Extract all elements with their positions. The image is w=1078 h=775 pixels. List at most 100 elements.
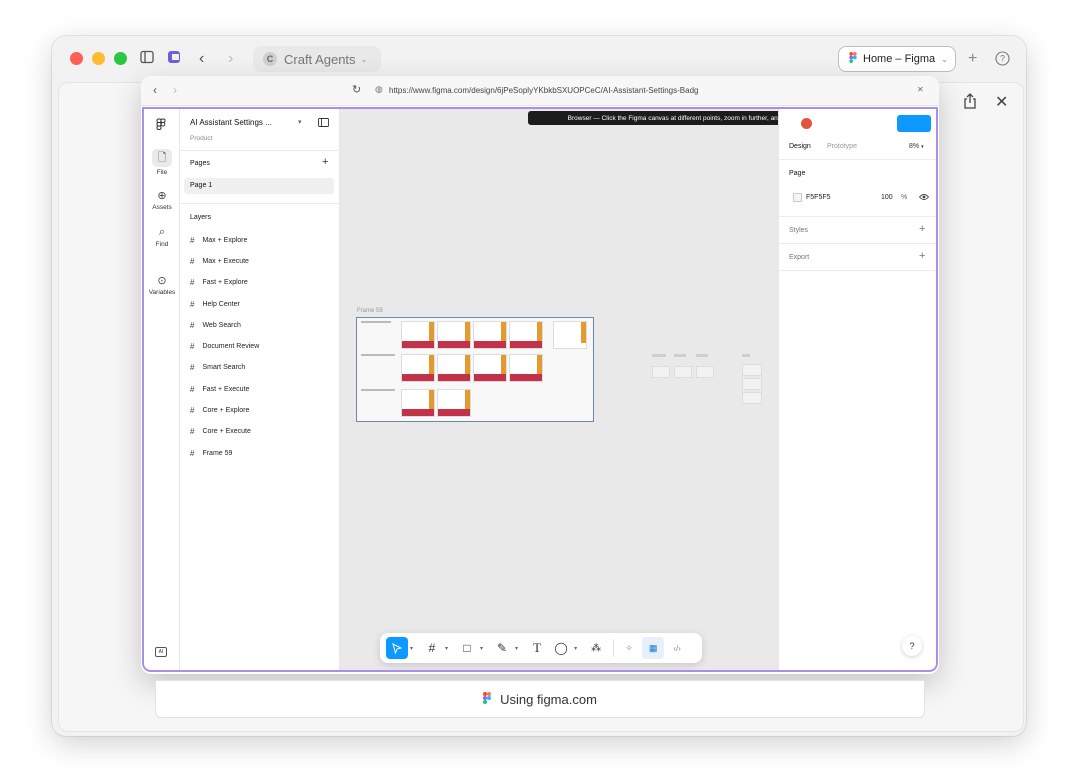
strip-assets[interactable]: ⊕ Assets <box>144 189 180 211</box>
page-item[interactable]: Page 1 <box>184 178 334 194</box>
close-tab-icon[interactable]: ✕ <box>917 85 924 94</box>
layer-label: Max + Explore <box>202 237 248 244</box>
chevron-down-icon[interactable]: ▾ <box>298 118 302 126</box>
layer-item[interactable]: # Document Review <box>190 342 259 351</box>
frame-59[interactable] <box>356 317 594 422</box>
layer-label: Frame 59 <box>202 450 233 457</box>
pen-tool-icon[interactable]: ✎ <box>491 637 513 659</box>
layer-item[interactable]: # Help Center <box>190 300 240 309</box>
chevron-down-icon[interactable]: ▾ <box>410 645 413 652</box>
layer-item[interactable]: # Core + Execute <box>190 427 251 436</box>
back-icon[interactable]: ‹ <box>153 83 157 97</box>
file-title[interactable]: AI Assistant Settings ... <box>190 118 272 127</box>
text-tool-icon[interactable]: T <box>526 637 548 659</box>
divider <box>180 150 340 151</box>
chevron-left-icon[interactable]: ‹ <box>199 50 204 68</box>
sidebar-toggle-icon[interactable] <box>140 50 154 67</box>
craft-logo-icon[interactable] <box>167 50 181 67</box>
move-tool-button[interactable] <box>386 637 408 659</box>
divider <box>779 159 936 160</box>
share-icon[interactable] <box>963 93 977 112</box>
chevron-down-icon[interactable]: ▾ <box>515 645 518 652</box>
reload-icon[interactable]: ↻ <box>352 83 361 96</box>
home-figma-tab[interactable]: Home – Figma ⌄ <box>838 46 956 72</box>
add-page-icon[interactable]: + <box>322 156 328 168</box>
add-export-icon[interactable]: + <box>919 250 925 262</box>
zoom-window-button[interactable] <box>114 52 127 65</box>
layer-item[interactable]: # Fast + Execute <box>190 385 249 394</box>
layer-item[interactable]: # Core + Explore <box>190 406 249 415</box>
forward-icon[interactable]: › <box>173 83 177 97</box>
panel-toggle-icon[interactable] <box>318 118 329 129</box>
strip-variables[interactable]: ⊙ Variables <box>144 274 180 296</box>
plus-icon[interactable]: + <box>968 50 977 68</box>
draw-mode-icon[interactable]: ✧ <box>618 637 640 659</box>
layer-item[interactable]: # Fast + Explore <box>190 278 248 287</box>
figma-app: 🗋 File ⊕ Assets ⌕ Find ⊙ Variables AI AI Ass… <box>142 107 938 672</box>
help-button[interactable]: ? <box>902 636 922 656</box>
rectangle-tool-icon[interactable]: □ <box>456 637 478 659</box>
avatar[interactable] <box>801 118 812 129</box>
chevron-down-icon[interactable]: ▾ <box>480 645 483 652</box>
layer-item[interactable]: # Max + Explore <box>190 236 247 245</box>
design-card[interactable] <box>473 321 507 349</box>
layer-label: Fast + Execute <box>202 386 250 393</box>
design-card[interactable] <box>437 389 471 417</box>
actions-icon[interactable]: ⁂ <box>585 637 607 659</box>
comment-tool-icon[interactable]: ◯ <box>550 637 572 659</box>
small-frame-group[interactable] <box>742 354 764 414</box>
address-bar: ‹ › ↻ ◍ https://www.figma.com/design/6jP… <box>141 76 939 106</box>
opacity-input[interactable]: 100 <box>881 194 893 201</box>
design-card[interactable] <box>437 321 471 349</box>
design-card[interactable] <box>401 321 435 349</box>
frame-tool-icon[interactable]: # <box>421 637 443 659</box>
page-item-label: Page 1 <box>190 182 213 189</box>
strip-find[interactable]: ⌕ Find <box>144 226 180 248</box>
help-icon[interactable]: ? <box>995 51 1010 69</box>
layer-item[interactable]: # Web Search <box>190 321 241 330</box>
design-card[interactable] <box>553 321 587 349</box>
share-button[interactable] <box>897 115 931 132</box>
export-heading: Export <box>789 254 810 261</box>
design-mode-icon[interactable]: ▦ <box>642 637 665 659</box>
zoom-select[interactable]: 8% ▾ <box>909 143 924 150</box>
design-card[interactable] <box>401 389 435 417</box>
small-frame-group[interactable] <box>652 354 716 390</box>
design-panel: Design Prototype 8% ▾ Page F5F5F5 100 % … <box>778 109 936 670</box>
strip-file[interactable]: 🗋 File <box>144 149 180 176</box>
tab-design[interactable]: Design <box>789 143 811 150</box>
site-info-icon[interactable]: ◍ <box>375 84 383 95</box>
bg-color-input[interactable]: F5F5F5 <box>806 194 831 201</box>
browser-window: ‹ › ↻ ◍ https://www.figma.com/design/6jP… <box>141 76 939 674</box>
add-style-icon[interactable]: + <box>919 223 925 235</box>
divider <box>613 639 615 657</box>
chevron-right-icon[interactable]: › <box>228 50 233 68</box>
tab-prototype[interactable]: Prototype <box>827 143 857 150</box>
chevron-down-icon[interactable]: ▾ <box>445 645 448 652</box>
layer-item[interactable]: # Smart Search <box>190 363 245 372</box>
layer-label: Help Center <box>202 301 240 308</box>
figma-tool-strip: 🗋 File ⊕ Assets ⌕ Find ⊙ Variables AI <box>144 109 180 670</box>
design-card[interactable] <box>437 354 471 382</box>
design-card[interactable] <box>401 354 435 382</box>
figma-menu-icon[interactable] <box>156 118 166 136</box>
craft-agents-tab[interactable]: C Craft Agents ⌄ <box>253 46 381 72</box>
layer-item[interactable]: # Frame 59 <box>190 449 232 458</box>
close-window-button[interactable] <box>70 52 83 65</box>
design-card[interactable] <box>473 354 507 382</box>
chevron-down-icon[interactable]: ▾ <box>574 645 577 652</box>
url-text[interactable]: https://www.figma.com/design/6jPeSoplyYK… <box>389 86 698 95</box>
dev-mode-icon[interactable]: ‹/› <box>666 637 688 659</box>
frame-icon: # <box>190 427 195 436</box>
ai-icon[interactable]: AI <box>155 647 167 657</box>
eye-icon[interactable] <box>918 193 930 203</box>
frame-label[interactable]: Frame 59 <box>357 308 383 314</box>
minimize-window-button[interactable] <box>92 52 105 65</box>
divider <box>779 270 936 271</box>
layer-item[interactable]: # Max + Execute <box>190 257 249 266</box>
close-icon[interactable]: ✕ <box>995 92 1008 112</box>
bg-color-swatch[interactable] <box>793 193 802 202</box>
design-card[interactable] <box>509 354 543 382</box>
frame-section-text <box>361 354 395 356</box>
design-card[interactable] <box>509 321 543 349</box>
